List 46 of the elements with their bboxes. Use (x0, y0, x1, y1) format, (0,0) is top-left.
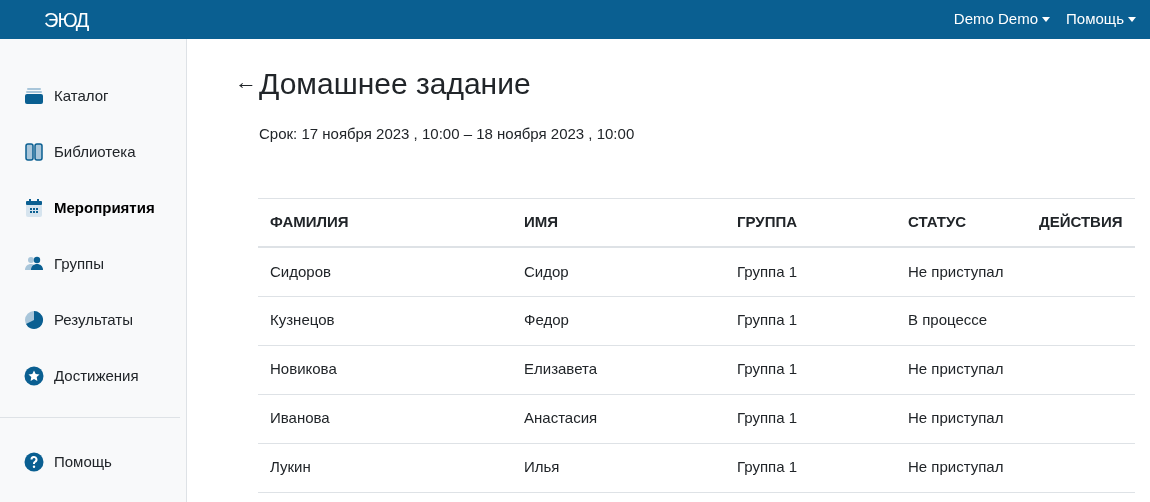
table-cell: Сидор (512, 247, 725, 296)
sidebar-item[interactable]: Каталог (0, 68, 186, 124)
sidebar-item[interactable]: Достижения (0, 348, 186, 404)
calendar-icon (24, 198, 44, 218)
user-menu[interactable]: Помощь (1066, 8, 1136, 31)
table-cell: Елизавета (512, 345, 725, 394)
table-cell: В процессе (896, 296, 1027, 345)
books-icon (24, 142, 44, 162)
table-cell: Не приступал (896, 247, 1027, 296)
table-cell: Илья (512, 443, 725, 492)
table-cell: Группа 1 (725, 247, 896, 296)
table-cell: Иванова (258, 394, 512, 443)
page-title: Домашнее задание (259, 65, 531, 102)
pie-chart-icon (24, 310, 44, 330)
table-cell: Кузнецов (258, 296, 512, 345)
user-menu[interactable]: Demo Demo (953, 8, 1051, 31)
tray-icon (24, 86, 44, 106)
table-cell: Новикова (258, 345, 512, 394)
table-cell: Группа 1 (725, 345, 896, 394)
sidebar-item[interactable]: Мероприятия (0, 180, 186, 236)
column-header: ГРУППА (725, 198, 896, 247)
table-cell: Федор (512, 296, 725, 345)
table-cell: Сидоров (258, 247, 512, 296)
sidebar-item[interactable]: Группы (0, 236, 186, 292)
column-header: ДЕЙСТВИЯ (1027, 198, 1135, 247)
table-cell: Лукин (258, 443, 512, 492)
sidebar-item[interactable]: Результаты (0, 292, 186, 348)
back-button[interactable]: ← (235, 65, 257, 98)
column-header: ФАМИЛИЯ (258, 198, 512, 247)
caret-icon (1128, 17, 1136, 22)
logo[interactable]: ЭЮД (44, 4, 89, 35)
sidebar-item[interactable]: Библиотека (0, 124, 186, 180)
caret-icon (1042, 17, 1051, 22)
help-icon (24, 452, 44, 472)
table-cell: Группа 1 (725, 394, 896, 443)
table-cell: Группа 1 (725, 296, 896, 345)
table-cell: Анастасия (512, 394, 725, 443)
sidebar-item[interactable]: Помощь (0, 434, 186, 490)
column-header: СТАТУС (896, 198, 1027, 247)
deadline-text: Срок: 17 ноября 2023 , 10:00 – 18 ноября 2023 , 10:00 (259, 124, 636, 144)
table-cell: Не приступал (896, 345, 1027, 394)
table-cell: Не приступал (896, 443, 1027, 492)
table-cell: Группа 1 (725, 443, 896, 492)
star-badge-icon (24, 366, 44, 386)
table-cell: Не приступал (896, 394, 1027, 443)
column-header: ИМЯ (512, 198, 725, 247)
